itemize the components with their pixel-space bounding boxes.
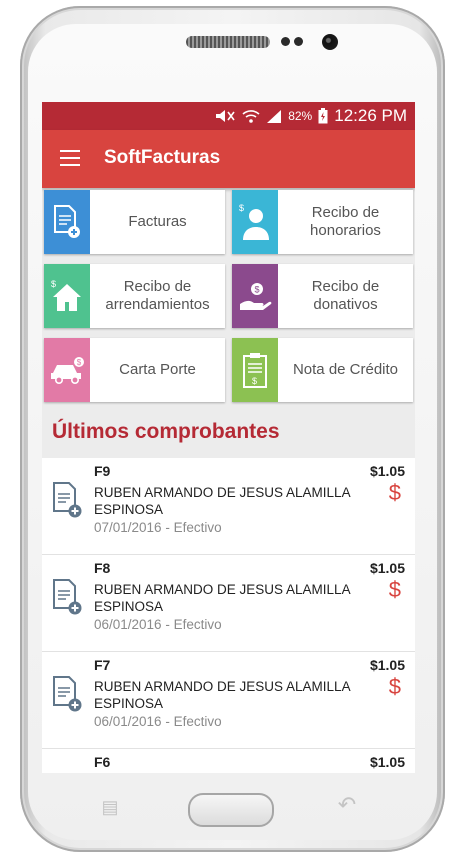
tile-recibo-donativos[interactable]: $ Recibo de donativos [232,264,413,328]
menu-icon[interactable] [60,150,80,166]
tile-carta-porte[interactable]: $ Carta Porte [44,338,225,402]
list-item[interactable]: F6 $1.05 [42,749,415,773]
tile-recibo-honorarios[interactable]: $ Recibo de honorarios [232,190,413,254]
list-item[interactable]: F7 RUBEN ARMANDO DE JESUS ALAMILLA ESPIN… [42,652,415,749]
invoice-add-icon [53,482,82,518]
status-bar: 82% 12:26 PM [42,102,415,130]
app-bar: SoftFacturas [42,130,415,188]
svg-text:$: $ [239,203,244,213]
light-sensor [294,37,303,46]
wifi-icon [242,110,260,123]
screen: 82% 12:26 PM SoftFacturas Facturas $ Rec… [42,102,415,773]
mute-icon [216,110,235,122]
tile-label: Recibo de donativos [311,278,380,313]
receipt-client: RUBEN ARMANDO DE JESUS ALAMILLA ESPINOSA [94,485,350,517]
svg-text:$: $ [255,285,260,295]
invoice-add-icon [53,676,82,712]
receipt-client: RUBEN ARMANDO DE JESUS ALAMILLA ESPINOSA [94,679,350,711]
svg-text:$: $ [252,376,257,386]
invoice-add-icon [44,190,90,254]
tile-label: Recibo de honorarios [310,204,381,239]
section-title: Últimos comprobantes [52,420,280,443]
list-item[interactable]: F9 RUBEN ARMANDO DE JESUS ALAMILLA ESPIN… [42,458,415,555]
receipt-client: RUBEN ARMANDO DE JESUS ALAMILLA ESPINOSA [94,582,350,614]
tile-label: Recibo de arrendamientos [105,278,210,313]
home-button[interactable] [188,793,274,827]
dollar-icon: $ [388,480,401,505]
app-title: SoftFacturas [104,147,221,168]
invoice-add-icon [53,579,82,615]
receipt-amount: $1.05 [369,657,405,673]
proximity-sensor [281,37,290,46]
receipt-date: 07/01/2016 - Efectivo [94,520,222,535]
house-icon: $ [44,264,90,328]
receipt-amount: $1.05 [369,560,405,576]
svg-text:$: $ [51,279,56,289]
tile-facturas[interactable]: Facturas [44,190,225,254]
status-icons: 82% 12:26 PM [214,102,407,130]
receipt-folio: F7 [94,657,111,673]
signal-icon [267,110,282,123]
status-time: 12:26 PM [334,106,407,125]
receipt-folio: F6 [94,754,111,770]
tile-label: Facturas [128,213,187,230]
car-icon: $ [44,338,90,402]
tile-recibo-arrendamientos[interactable]: $ Recibo de arrendamientos [44,264,225,328]
svg-text:$: $ [77,358,82,367]
tile-label: Nota de Crédito [292,361,399,378]
clipboard-icon: $ [232,338,278,402]
receipt-folio: F8 [94,560,111,576]
donation-hand-icon: $ [232,264,278,328]
receipt-date: 06/01/2016 - Efectivo [94,714,222,729]
tile-label: Carta Porte [119,361,196,378]
person-icon: $ [232,190,278,254]
tile-nota-credito[interactable]: $ Nota de Crédito [232,338,413,402]
receipt-date: 06/01/2016 - Efectivo [94,617,222,632]
back-key-icon[interactable]: ↶ [334,794,360,816]
receipt-amount: $1.05 [369,754,405,770]
earpiece-speaker [186,36,270,48]
battery-percent: 82% [288,109,313,123]
list-item[interactable]: F8 RUBEN ARMANDO DE JESUS ALAMILLA ESPIN… [42,555,415,652]
dollar-icon: $ [388,577,401,602]
receipt-folio: F9 [94,463,111,479]
battery-charging-icon [318,108,328,124]
menu-key-icon[interactable]: ▤ [97,797,123,817]
receipt-amount: $1.05 [369,463,405,479]
front-camera [322,34,338,50]
dollar-icon: $ [388,674,401,699]
